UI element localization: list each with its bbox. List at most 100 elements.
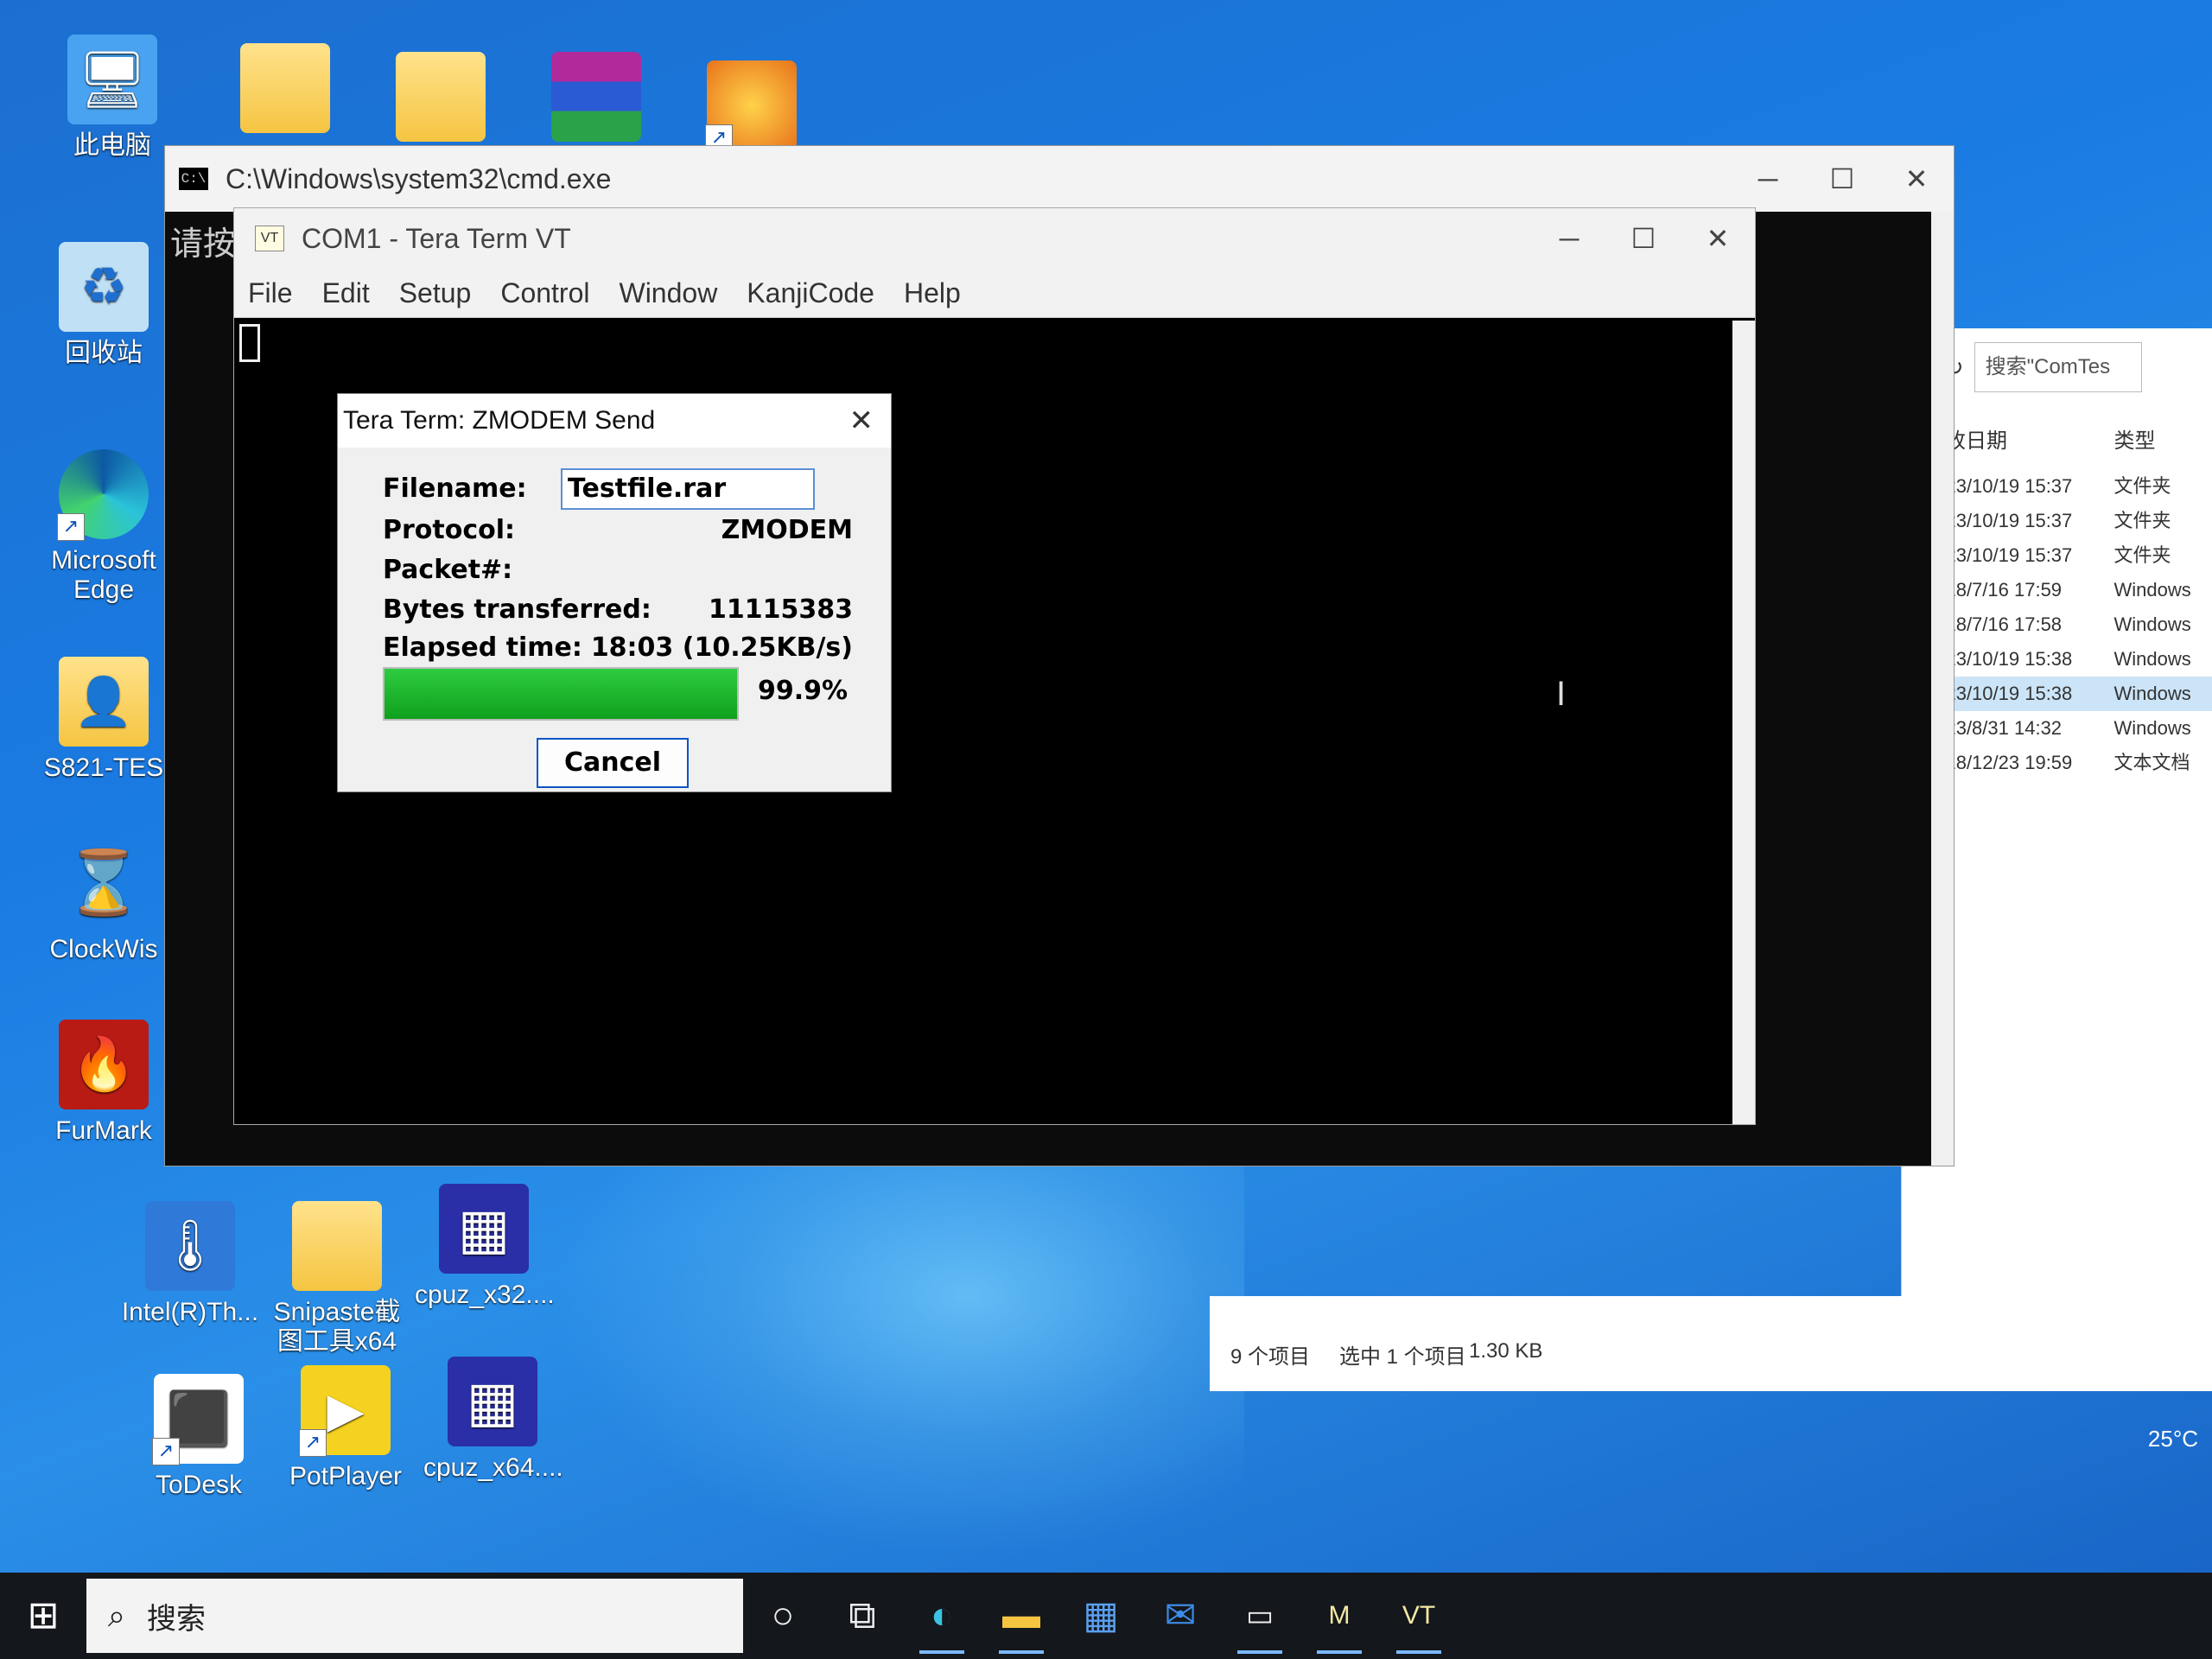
menu-edit[interactable]: Edit	[322, 277, 370, 309]
teraterm-app-icon: VT	[255, 226, 284, 251]
desktop-icon-burn[interactable]: ↗	[683, 60, 821, 157]
filename-label: Filename:	[383, 474, 527, 504]
desktop-icon-recycle-bin[interactable]: ♻ 回收站	[35, 242, 173, 368]
teraterm-menu-bar: File Edit Setup Control Window KanjiCode…	[234, 269, 1755, 318]
column-header-type[interactable]: 类型	[2113, 423, 2212, 454]
progress-fill	[385, 669, 737, 719]
store-icon[interactable]: ▦	[1061, 1574, 1141, 1657]
flame-icon: ↗	[705, 60, 797, 152]
explorer-status-bar: 9 个项目 选中 1 个项目 1.30 KB	[1210, 1296, 2212, 1391]
desktop-icon-edge[interactable]: ↗ Microsoft Edge	[35, 449, 173, 605]
cmd-taskbar-icon[interactable]: ▭	[1220, 1574, 1300, 1657]
cpuz-icon: ▦	[448, 1357, 537, 1446]
selection-count: 选中 1 个项目	[1339, 1345, 1466, 1369]
intel-thermal-icon: 🌡	[145, 1201, 235, 1291]
user-folder-icon: 👤	[59, 657, 149, 747]
close-icon[interactable]: ✕	[1879, 146, 1954, 212]
desktop-icon-todesk[interactable]: ⬛ ↗ ToDesk	[130, 1374, 268, 1500]
teraterm-scrollbar[interactable]	[1732, 321, 1755, 1124]
file-type: Windows	[2113, 683, 2191, 704]
search-icon: ⌕	[107, 1597, 126, 1633]
menu-window[interactable]: Window	[619, 277, 717, 309]
cmd-title: C:\Windows\system32\cmd.exe	[226, 162, 612, 194]
menu-setup[interactable]: Setup	[399, 277, 472, 309]
minimize-icon[interactable]: ─	[1731, 146, 1805, 212]
desktop-icon-folder-1[interactable]	[216, 43, 354, 140]
menu-file[interactable]: File	[248, 277, 293, 309]
zmodem-send-dialog[interactable]: Tera Term: ZMODEM Send ✕ Filename: Testf…	[337, 393, 892, 792]
file-type: 文件夹	[2113, 510, 2171, 531]
zmodem-title-bar[interactable]: Tera Term: ZMODEM Send ✕	[338, 394, 891, 448]
teraterm-title-bar[interactable]: VT COM1 - Tera Term VT ─ ☐ ✕	[234, 208, 1755, 269]
cmd-title-bar[interactable]: C:\ C:\Windows\system32\cmd.exe ─ ☐ ✕	[165, 146, 1954, 212]
wallpaper-swirl	[553, 1123, 1244, 1555]
desktop-icon-this-pc[interactable]: 🖥 此电脑	[43, 35, 181, 161]
edge-icon[interactable]: ◐	[902, 1574, 982, 1657]
bytes-transferred-value: 11115383	[709, 594, 853, 625]
desktop-icon-label: 回收站	[65, 339, 143, 367]
minimize-icon[interactable]: ─	[1532, 208, 1606, 269]
desktop-icon-label: cpuz_x32....	[415, 1281, 555, 1309]
shortcut-arrow-icon: ↗	[299, 1429, 327, 1457]
desktop-icon-label: FurMark	[55, 1116, 152, 1145]
menu-help[interactable]: Help	[904, 277, 961, 309]
menu-control[interactable]: Control	[500, 277, 589, 309]
item-count: 9 个项目	[1230, 1345, 1311, 1369]
cmd-scrollbar[interactable]	[1931, 212, 1954, 1166]
cancel-button[interactable]: Cancel	[537, 738, 689, 788]
explorer-search-input[interactable]: 搜索"ComTes	[1974, 342, 2142, 392]
windows-start-icon[interactable]: ⊞	[0, 1573, 86, 1659]
file-type: Windows	[2113, 579, 2191, 601]
transfer-progress-bar	[383, 667, 739, 721]
desktop-icon-potplayer[interactable]: ▶ ↗ PotPlayer	[276, 1365, 415, 1491]
desktop-icon-label: 此电脑	[73, 131, 151, 160]
folder-icon	[292, 1201, 382, 1291]
desktop-icon-label: ToDesk	[155, 1471, 243, 1499]
desktop-icon-cpuz-x64[interactable]: ▦ cpuz_x64....	[423, 1357, 563, 1483]
teraterm-taskbar-icon[interactable]: VT	[1379, 1574, 1459, 1657]
maximize-icon[interactable]: ☐	[1606, 208, 1681, 269]
desktop-icon-label: ClockWis	[49, 935, 158, 963]
winrar-icon	[551, 52, 641, 142]
task-view-icon[interactable]: ⧉	[823, 1574, 902, 1657]
desktop-icon-cpuz-x32[interactable]: ▦ cpuz_x32....	[415, 1184, 555, 1310]
mail-icon[interactable]: ✉	[1141, 1574, 1220, 1657]
desktop-icon-folder-2[interactable]	[372, 52, 510, 149]
elapsed-time-value: 18:03 (10.25KB/s)	[590, 632, 853, 663]
tray-temperature: 25°C	[2147, 1426, 2198, 1452]
cmd-window-controls: ─ ☐ ✕	[1731, 146, 1954, 212]
cortana-icon[interactable]: ○	[743, 1574, 823, 1657]
packet-label: Packet#:	[383, 555, 513, 585]
desktop-icon-label: S821-TES	[43, 753, 164, 782]
teraterm-window-controls: ─ ☐ ✕	[1532, 208, 1755, 269]
selection-size: 1.30 KB	[1469, 1339, 1543, 1363]
cmd-icon: C:\	[179, 168, 208, 190]
close-icon[interactable]: ✕	[1681, 208, 1755, 269]
desktop-icon-clockwis[interactable]: ⌛ ClockWis	[35, 838, 173, 964]
m-app-taskbar-icon[interactable]: M	[1300, 1574, 1379, 1657]
desktop-icon-label: PotPlayer	[289, 1462, 403, 1491]
taskbar-search-box[interactable]: ⌕ 搜索	[86, 1579, 743, 1653]
file-type: Windows	[2113, 648, 2191, 670]
menu-kanjicode[interactable]: KanjiCode	[747, 277, 874, 309]
this-pc-icon: 🖥	[67, 35, 157, 124]
filename-field[interactable]: Testfile.rar	[561, 468, 815, 510]
taskbar-search-text: 搜索	[147, 1602, 206, 1636]
shortcut-arrow-icon: ↗	[57, 513, 85, 541]
desktop-icon-furmark[interactable]: 🔥 FurMark	[35, 1020, 173, 1146]
desktop-icon-label: Intel(R)Th...	[121, 1298, 259, 1326]
maximize-icon[interactable]: ☐	[1805, 146, 1879, 212]
desktop-icon-snipaste[interactable]: Snipaste截图工具x64	[268, 1201, 406, 1357]
desktop-icon-s821[interactable]: 👤 S821-TES	[35, 657, 173, 783]
furmark-icon: 🔥	[59, 1020, 149, 1109]
text-cursor-icon: I	[1556, 675, 1567, 713]
progress-percent: 99.9%	[758, 676, 849, 706]
folder-icon	[396, 52, 486, 142]
desktop-icon-label: Snipaste截图工具x64	[273, 1298, 401, 1356]
teraterm-title: COM1 - Tera Term VT	[302, 222, 571, 254]
desktop-icon-winrar[interactable]	[527, 52, 665, 149]
file-explorer-icon[interactable]: ▬	[982, 1574, 1061, 1657]
desktop-icon-intel[interactable]: 🌡 Intel(R)Th...	[121, 1201, 259, 1327]
close-icon[interactable]: ✕	[849, 394, 874, 448]
protocol-value: ZMODEM	[721, 515, 853, 545]
